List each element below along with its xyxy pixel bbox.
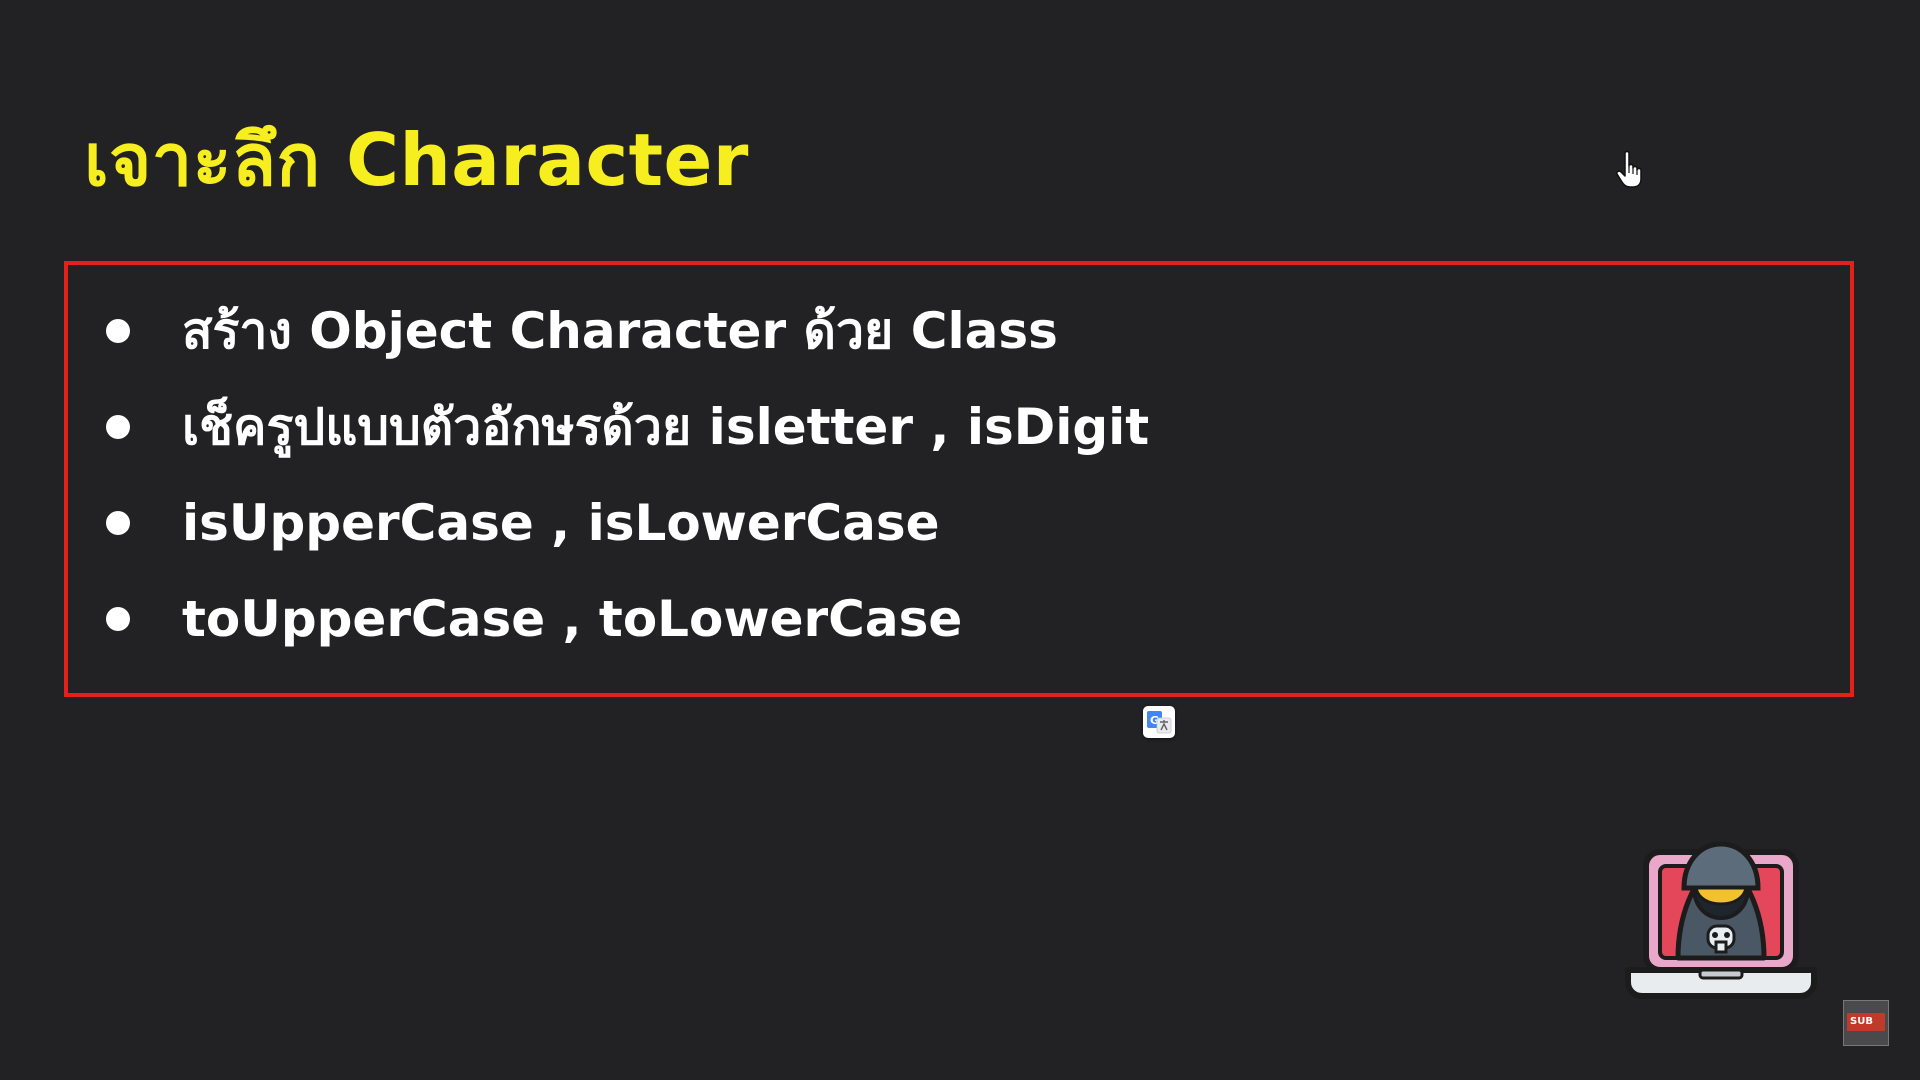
list-item: isUpperCase , isLowerCase xyxy=(68,475,1850,571)
bullet-text: สร้าง Object Character ด้วย Class xyxy=(182,302,1058,360)
slide-title: เจาะลึก Character xyxy=(84,118,749,202)
sub-badge-label: SUB xyxy=(1847,1013,1885,1031)
slide: เจาะลึก Character สร้าง Object Character… xyxy=(0,0,1920,1080)
bullet-text: เช็ครูปแบบตัวอักษรด้วย isletter , isDigi… xyxy=(182,398,1150,456)
hacker-laptop-icon xyxy=(1622,826,1820,1004)
bullet-dot xyxy=(106,511,130,535)
bullet-dot xyxy=(106,319,130,343)
content-box: สร้าง Object Character ด้วย Class เช็ครู… xyxy=(64,261,1854,697)
subtitle-badge-icon[interactable]: SUB xyxy=(1843,1000,1889,1046)
bullet-dot xyxy=(106,415,130,439)
bullet-list: สร้าง Object Character ด้วย Class เช็ครู… xyxy=(68,283,1850,667)
hand-pointer-icon xyxy=(1616,150,1646,190)
list-item: สร้าง Object Character ด้วย Class xyxy=(68,283,1850,379)
list-item: เช็ครูปแบบตัวอักษรด้วย isletter , isDigi… xyxy=(68,379,1850,475)
bullet-text: toUpperCase , toLowerCase xyxy=(182,590,963,648)
google-translate-icon[interactable]: G xyxy=(1143,706,1175,738)
bullet-text: isUpperCase , isLowerCase xyxy=(182,494,940,552)
list-item: toUpperCase , toLowerCase xyxy=(68,571,1850,667)
bullet-dot xyxy=(106,607,130,631)
